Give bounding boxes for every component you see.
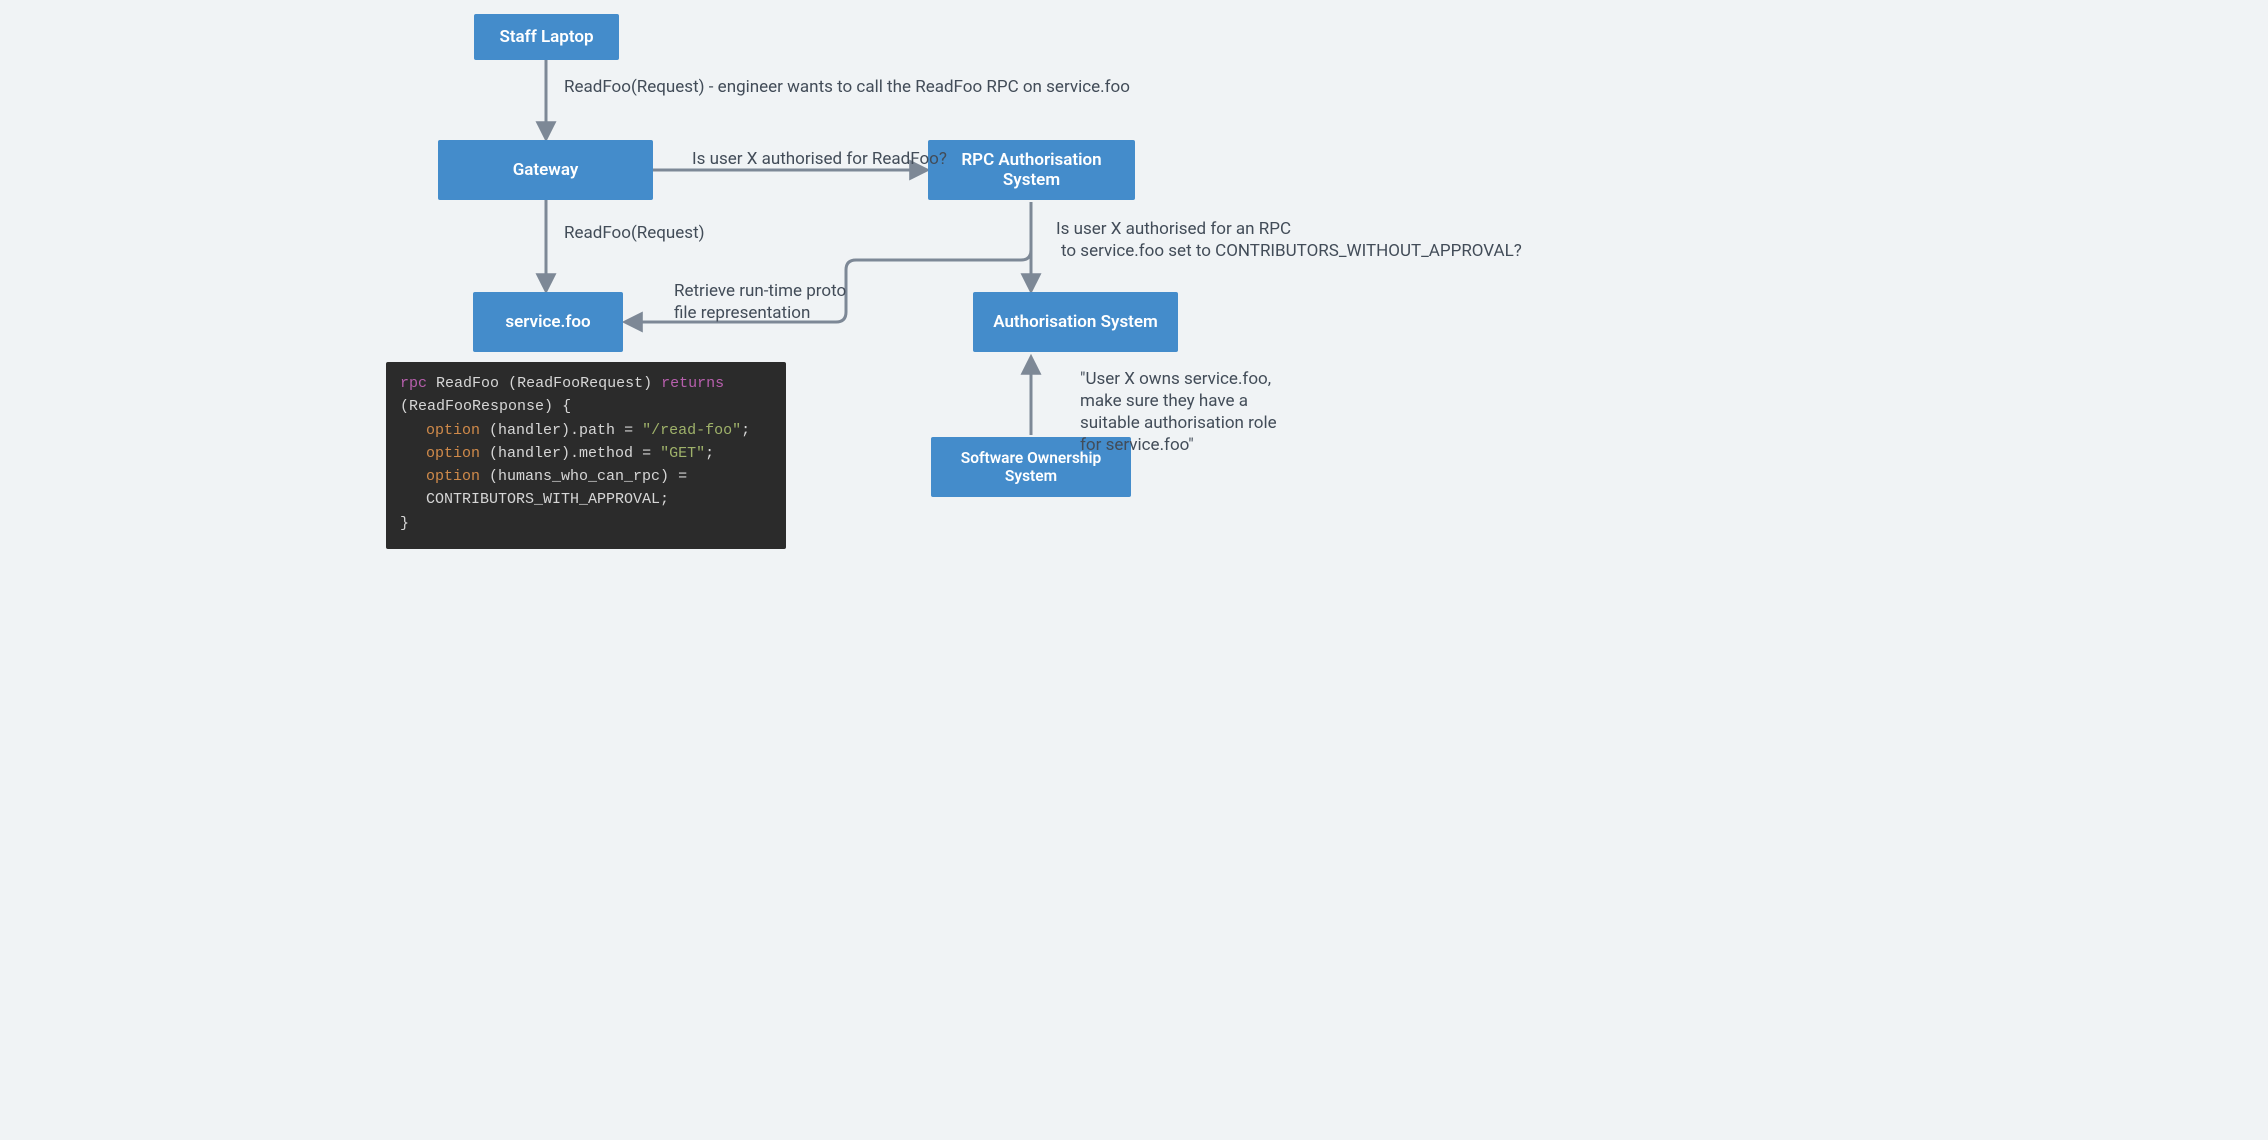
code-kw-returns: returns	[661, 375, 724, 392]
label-ownership-line3: suitable authorisation role	[1080, 412, 1277, 435]
label-ownership-line4: for service.foo"	[1080, 434, 1194, 457]
code-kw-option-2: option	[426, 445, 480, 462]
code-semi-1: ;	[741, 422, 750, 439]
code-block: rpc ReadFoo (ReadFooRequest) returns (Re…	[386, 362, 786, 549]
code-str-method: "GET"	[660, 445, 705, 462]
label-gateway-to-rpcauth: Is user X authorised for ReadFoo?	[692, 148, 947, 171]
code-kw-rpc: rpc	[400, 375, 427, 392]
node-service-foo: service.foo	[473, 292, 623, 352]
label-rpcauth-to-service-line2: file representation	[674, 302, 810, 325]
code-kw-option-3: option	[426, 468, 480, 485]
code-semi-2: ;	[705, 445, 714, 462]
code-eq-3: =	[678, 468, 687, 485]
node-gateway: Gateway	[438, 140, 653, 200]
label-ownership-line1: "User X owns service.foo,	[1080, 368, 1271, 391]
code-str-path: "/read-foo"	[642, 422, 741, 439]
label-ownership-line2: make sure they have a	[1080, 390, 1248, 413]
label-rpcauth-to-service-line1: Retrieve run-time proto	[674, 280, 846, 303]
label-gateway-to-service: ReadFoo(Request)	[564, 222, 705, 245]
code-brace-open: {	[562, 398, 571, 415]
label-rpcauth-to-auth-line1: Is user X authorised for an RPC	[1056, 218, 1291, 241]
node-auth: Authorisation System	[973, 292, 1178, 352]
code-id-resp: ReadFooResponse	[409, 398, 544, 415]
code-handler-path: (handler).path	[489, 422, 615, 439]
code-eq-2: =	[642, 445, 651, 462]
code-handler-method: (handler).method	[489, 445, 633, 462]
node-staff-laptop: Staff Laptop	[474, 14, 619, 60]
code-val-humans: CONTRIBUTORS_WITH_APPROVAL	[426, 491, 660, 508]
code-brace-close: }	[400, 515, 409, 532]
code-kw-option-1: option	[426, 422, 480, 439]
code-eq-1: =	[624, 422, 633, 439]
node-rpc-auth: RPC Authorisation System	[928, 140, 1135, 200]
code-id-req: ReadFooRequest	[517, 375, 643, 392]
label-laptop-to-gateway: ReadFoo(Request) - engineer wants to cal…	[564, 76, 1130, 99]
code-id-readfoo: ReadFoo	[436, 375, 499, 392]
code-semi-3: ;	[660, 491, 669, 508]
code-humans: (humans_who_can_rpc)	[489, 468, 669, 485]
label-rpcauth-to-auth-line2: to service.foo set to CONTRIBUTORS_WITHO…	[1061, 240, 1522, 263]
